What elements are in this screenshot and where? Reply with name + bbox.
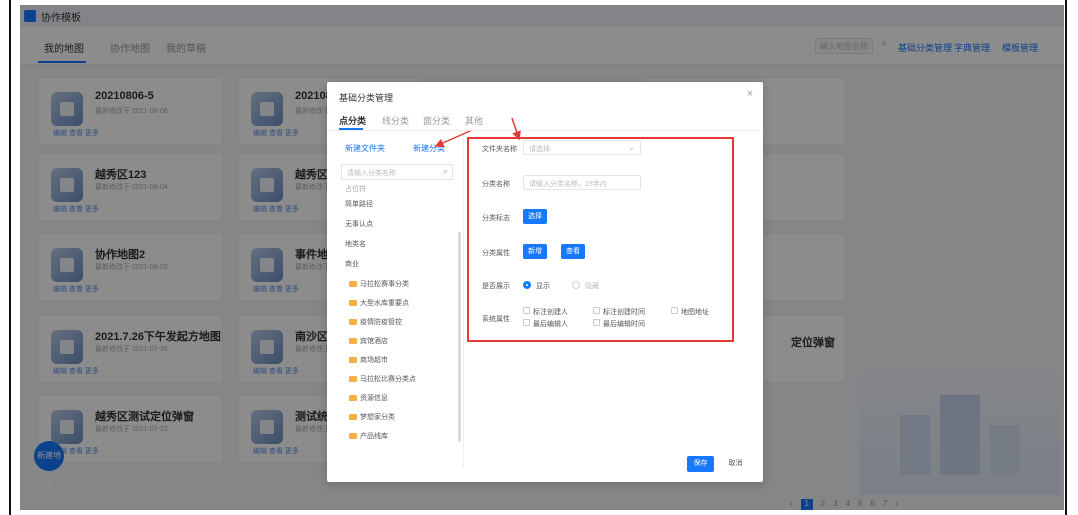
folder-icon (349, 281, 357, 288)
folder-icon (349, 300, 357, 307)
tree-folder-item[interactable]: 马拉松比赛分类点 (349, 374, 416, 384)
tab-other[interactable]: 其他 (465, 114, 483, 127)
new-category-link[interactable]: 新建分类 (413, 143, 445, 154)
folder-label: 马拉松赛事分类 (360, 281, 409, 288)
search-icon[interactable]: ⌕ (443, 166, 448, 177)
tree-item[interactable]: 地类名 (345, 239, 366, 249)
tree-scrollbar[interactable] (458, 232, 461, 442)
tree-folder-item[interactable]: 资源信息 (349, 393, 388, 403)
folder-label: 马拉松比赛分类点 (360, 376, 416, 383)
panel-divider (463, 138, 464, 468)
folder-label: 资源信息 (360, 395, 388, 402)
folder-label: 梦想家分类 (360, 414, 395, 421)
folder-label: 商场超市 (360, 357, 388, 364)
folder-label: 大型水库重要点 (360, 300, 409, 307)
folder-icon (349, 433, 357, 440)
screenshot-frame: 协作模板 我的地图 协作地图 我的草稿 输入地图名称 ⌕ 基础分类管理 字典管理… (0, 0, 1078, 515)
highlight-box (467, 137, 734, 342)
tree-folder-item[interactable]: 疫情防疫管控 (349, 317, 402, 327)
cancel-button[interactable]: 取消 (722, 456, 749, 472)
folder-icon (349, 414, 357, 421)
tree-search-placeholder: 请输入分类名称 (347, 170, 396, 177)
folder-label: 产品线库 (360, 433, 388, 440)
folder-icon (349, 395, 357, 402)
folder-label: 宾馆酒店 (360, 338, 388, 345)
tree-folder-item[interactable]: 宾馆酒店 (349, 336, 388, 346)
tree-item[interactable]: 商业 (345, 259, 359, 269)
tab-divider (327, 130, 763, 131)
tree-folder-item[interactable]: 大型水库重要点 (349, 298, 409, 308)
right-border (1065, 0, 1067, 515)
folder-icon (349, 319, 357, 326)
tab-point-category[interactable]: 点分类 (339, 114, 366, 127)
folder-icon (349, 376, 357, 383)
tree-item[interactable]: 无事认点 (345, 219, 373, 229)
folder-icon (349, 338, 357, 345)
folder-label: 疫情防疫管控 (360, 319, 402, 326)
left-border (9, 0, 11, 515)
close-icon[interactable]: × (747, 88, 753, 100)
new-folder-link[interactable]: 新建文件夹 (345, 143, 385, 154)
tree-folder-item[interactable]: 商场超市 (349, 355, 388, 365)
tree-item[interactable]: 占位符 (345, 184, 366, 194)
tree-folder-item[interactable]: 马拉松赛事分类 (349, 279, 409, 289)
save-button[interactable]: 保存 (687, 456, 714, 472)
tab-line-category[interactable]: 线分类 (382, 114, 409, 127)
dialog-title: 基础分类管理 (339, 93, 394, 103)
tree-folder-item[interactable]: 产品线库 (349, 431, 388, 441)
tree-search-input[interactable]: 请输入分类名称 ⌕ (341, 164, 453, 180)
tree-item[interactable]: 简单路径 (345, 199, 373, 209)
tab-area-category[interactable]: 面分类 (423, 114, 450, 127)
tree-folder-item[interactable]: 梦想家分类 (349, 412, 395, 422)
folder-icon (349, 357, 357, 364)
